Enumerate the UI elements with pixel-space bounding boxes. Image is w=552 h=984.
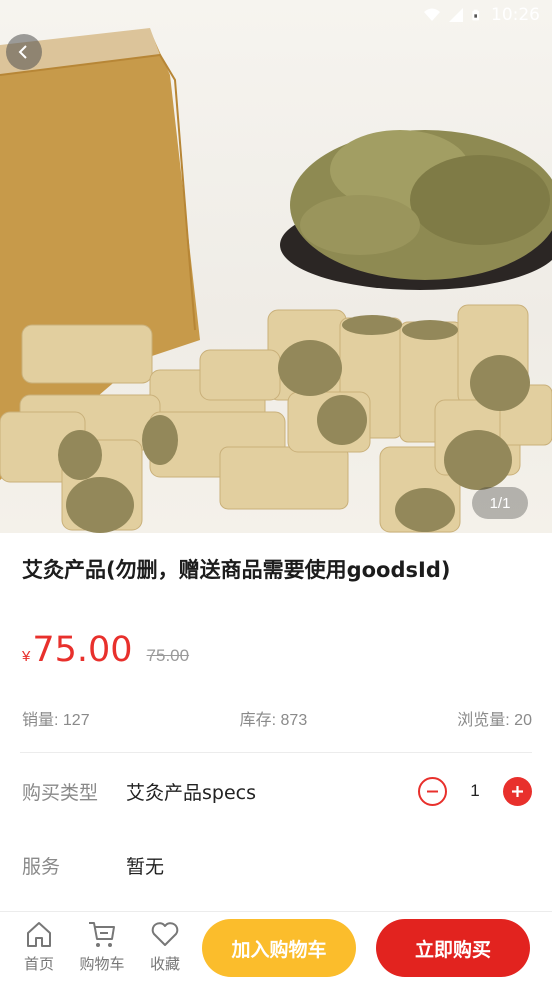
nav-cart[interactable]: 购物车	[77, 918, 127, 974]
status-time: 10:26	[491, 5, 540, 25]
increase-quantity-button[interactable]	[503, 776, 532, 806]
stock-count: 库存: 873	[239, 712, 308, 729]
nav-cart-label: 购物车	[79, 955, 125, 973]
battery-icon	[472, 9, 479, 21]
service-label: 服务	[22, 855, 61, 878]
quantity-stepper: 1	[418, 776, 532, 806]
currency-symbol: ¥	[22, 648, 31, 665]
price-row: ¥ 75.00 75.00	[22, 630, 189, 670]
home-icon	[27, 922, 51, 947]
buy-now-button[interactable]: 立即购买	[376, 919, 530, 977]
bottom-action-bar: 首页 购物车 收藏 加入购物车 立即购买	[0, 912, 552, 984]
nav-favorite-label: 收藏	[149, 955, 180, 973]
signal-icon	[449, 8, 463, 22]
status-bar: 10:26	[0, 0, 552, 30]
heart-icon	[151, 922, 179, 946]
purchase-type-label: 购买类型	[22, 781, 99, 804]
view-count: 浏览量: 20	[457, 712, 532, 729]
divider	[20, 752, 532, 753]
service-value: 暂无	[126, 855, 165, 878]
nav-favorite[interactable]: 收藏	[140, 918, 190, 974]
purchase-type-value[interactable]: 艾灸产品specs	[126, 778, 256, 805]
gallery-page-indicator: 1/1	[472, 487, 528, 519]
product-title: 艾灸产品(勿删，赠送商品需要使用goodsId)	[22, 558, 451, 582]
sales-count: 销量: 127	[22, 712, 90, 729]
purchase-type-row[interactable]: 购买类型 艾灸产品specs 1	[22, 771, 532, 811]
decrease-quantity-button[interactable]	[418, 776, 447, 806]
product-photo	[0, 28, 552, 533]
back-button[interactable]	[6, 34, 42, 70]
cart-icon	[89, 922, 115, 947]
product-image[interactable]	[0, 0, 552, 533]
wifi-icon	[424, 8, 440, 21]
add-to-cart-button[interactable]: 加入购物车	[202, 919, 356, 977]
quantity-value[interactable]: 1	[447, 781, 503, 801]
current-price: 75.00	[32, 630, 133, 670]
plus-icon	[512, 785, 523, 797]
nav-home-label: 首页	[23, 955, 54, 973]
minus-icon	[427, 790, 438, 792]
chevron-left-icon	[18, 45, 27, 59]
service-row: 服务 暂无	[22, 845, 532, 885]
nav-home[interactable]: 首页	[14, 918, 64, 974]
original-price: 75.00	[146, 646, 190, 665]
product-stats: 销量: 127 库存: 873 浏览量: 20	[22, 706, 532, 730]
